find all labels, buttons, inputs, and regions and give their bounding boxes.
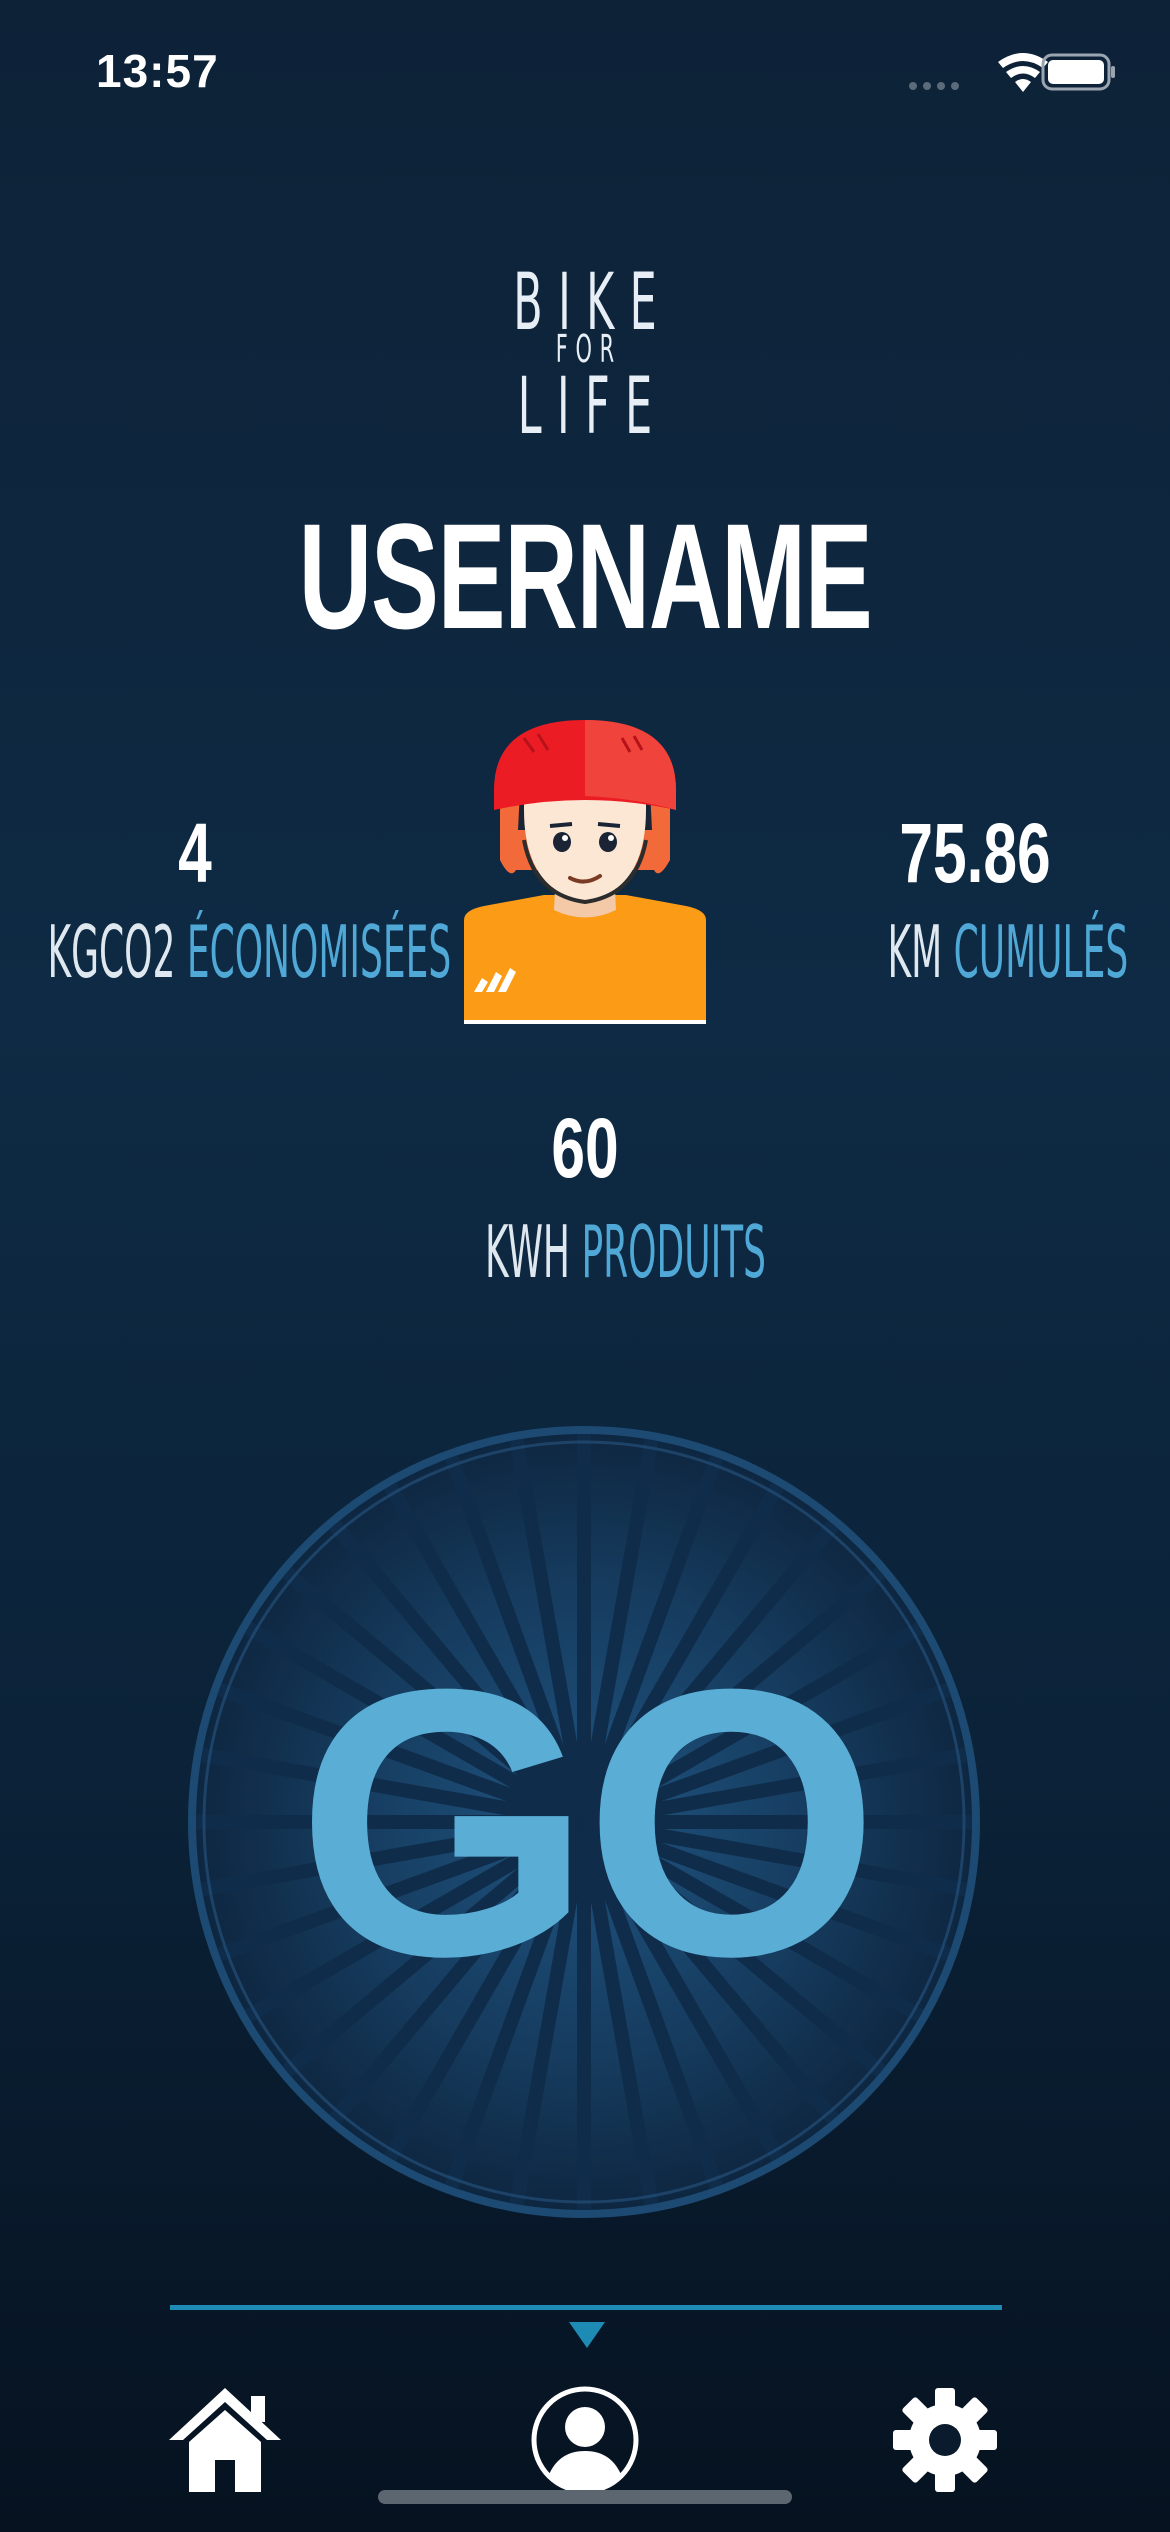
status-icons (905, 52, 1115, 98)
co2-saved-value: 4 (178, 806, 212, 900)
kwh-unit: KWH (485, 1210, 570, 1294)
tab-home[interactable] (160, 2380, 290, 2500)
status-time: 13:57 (96, 45, 219, 97)
kwh-produced-label: KWH PRODUITS (485, 1210, 766, 1294)
co2-unit: KGCO2 (47, 910, 176, 994)
logo-line-life: LIFE (517, 362, 668, 452)
tab-settings[interactable] (880, 2380, 1010, 2500)
gear-icon (893, 2388, 997, 2492)
kwh-description: PRODUITS (581, 1210, 767, 1294)
go-button[interactable] (186, 1424, 982, 2220)
co2-saved-label: KGCO2 ÉCONOMISÉES (47, 910, 452, 994)
user-circle-icon (531, 2386, 639, 2494)
co2-description: ÉCONOMISÉES (186, 910, 452, 994)
km-unit: KM (887, 910, 943, 994)
tab-profile[interactable] (520, 2380, 650, 2500)
km-description: CUMULÉS (953, 910, 1129, 994)
avatar[interactable] (464, 720, 706, 1025)
tab-indicator-line (170, 2305, 1002, 2310)
km-total-label: KM CUMULÉS (887, 910, 1129, 994)
km-total-value: 75.86 (899, 806, 1051, 900)
tab-indicator-arrow (569, 2322, 605, 2348)
home-indicator (378, 2490, 792, 2504)
home-icon (169, 2388, 281, 2492)
username-title: USERNAME (298, 492, 873, 660)
battery-icon (1041, 53, 1115, 91)
kwh-produced-value: 60 (551, 1101, 619, 1195)
signal-icon (909, 82, 959, 90)
wifi-icon (998, 53, 1048, 92)
